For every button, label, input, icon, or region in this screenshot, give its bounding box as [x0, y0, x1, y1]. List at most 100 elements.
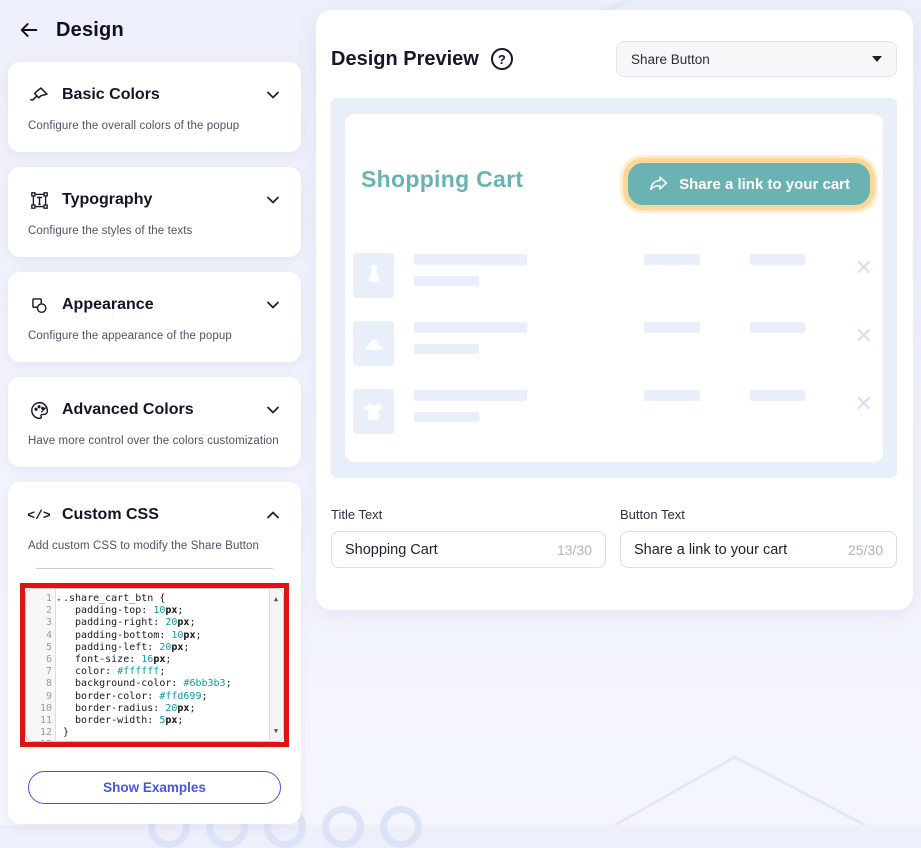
chevron-down-icon[interactable]	[265, 87, 281, 103]
section-advanced-colors-header[interactable]: Advanced Colors	[28, 399, 281, 421]
placeholder-bar	[414, 254, 527, 265]
close-icon: ✕	[855, 393, 873, 415]
line-number: 8	[26, 678, 52, 690]
back-arrow-icon	[18, 19, 40, 41]
line-number: 4	[26, 630, 52, 642]
editor-scrollbar[interactable]: ▲ ▼	[269, 590, 282, 740]
scroll-up-icon[interactable]: ▲	[270, 593, 282, 605]
popup-title-text: Shopping Cart	[361, 166, 523, 193]
cart-items-list: ✕ ✕	[353, 253, 875, 457]
placeholder-bar	[414, 276, 479, 286]
section-title: Custom CSS	[62, 506, 253, 524]
editor-gutter: 1▾2345678910111213	[26, 589, 56, 741]
cart-item-row: ✕	[353, 389, 875, 434]
code-line[interactable]: font-size: 16px;	[63, 654, 269, 666]
hat-icon	[353, 321, 394, 366]
code-icon: </>	[28, 504, 50, 526]
section-custom-css-header[interactable]: </> Custom CSS	[28, 504, 281, 526]
question-mark-icon[interactable]: ?	[491, 48, 513, 70]
section-basic-colors-header[interactable]: Basic Colors	[28, 84, 281, 106]
section-typography: Typography Configure the styles of the t…	[8, 167, 301, 257]
code-line[interactable]: border-color: #ffd699;	[63, 691, 269, 703]
share-button-label: Share a link to your cart	[679, 176, 850, 193]
back-button[interactable]	[18, 18, 42, 42]
editor-code[interactable]: .share_cart_btn { padding-top: 10px; pad…	[56, 589, 283, 741]
line-number: 13	[26, 739, 52, 742]
placeholder-bar	[644, 322, 700, 333]
placeholder-bar	[750, 254, 805, 265]
section-appearance-header[interactable]: Appearance	[28, 294, 281, 316]
code-line[interactable]: padding-bottom: 10px;	[63, 630, 269, 642]
fold-arrow-icon[interactable]: ▾	[57, 594, 61, 606]
line-number: 5	[26, 642, 52, 654]
line-number: 12	[26, 727, 52, 739]
dropdown-value: Share Button	[631, 52, 710, 67]
section-appearance: Appearance Configure the appearance of t…	[8, 272, 301, 362]
line-number: 1▾	[26, 593, 52, 605]
section-basic-colors: Basic Colors Configure the overall color…	[8, 62, 301, 152]
tshirt-icon	[353, 389, 394, 434]
placeholder-bar	[414, 412, 479, 422]
field-label: Title Text	[331, 507, 606, 522]
code-line[interactable]: padding-left: 20px;	[63, 642, 269, 654]
chevron-down-icon[interactable]	[265, 402, 281, 418]
sidebar-header: Design	[18, 18, 301, 42]
section-description: Configure the appearance of the popup	[28, 330, 281, 342]
dropdown-caret-icon	[872, 56, 882, 62]
line-number: 2	[26, 605, 52, 617]
chevron-down-icon[interactable]	[265, 297, 281, 313]
background-triangle-decoration	[600, 695, 880, 825]
title-text-input-wrap: 13/30	[331, 531, 606, 568]
show-examples-button[interactable]: Show Examples	[28, 771, 281, 804]
css-code-editor[interactable]: 1▾2345678910111213 .share_cart_btn { pad…	[25, 588, 284, 742]
overlapping-shapes-icon	[28, 294, 50, 316]
code-line[interactable]: border-radius: 20px;	[63, 703, 269, 715]
code-line[interactable]: color: #ffffff;	[63, 666, 269, 678]
preview-title: Design Preview	[331, 48, 479, 71]
section-advanced-colors: Advanced Colors Have more control over t…	[8, 377, 301, 467]
preview-element-dropdown[interactable]: Share Button	[616, 41, 897, 77]
design-preview-panel: Design Preview ? Share Button Shopping C…	[316, 10, 913, 610]
close-icon: ✕	[855, 325, 873, 347]
chevron-down-icon[interactable]	[265, 192, 281, 208]
divider	[36, 568, 273, 569]
section-description: Add custom CSS to modify the Share Butto…	[28, 540, 281, 552]
cart-item-row: ✕	[353, 321, 875, 366]
field-label: Button Text	[620, 507, 897, 522]
placeholder-bar	[750, 322, 805, 333]
char-counter: 13/30	[557, 542, 592, 558]
typography-icon	[28, 189, 50, 211]
title-text-input[interactable]	[345, 542, 549, 558]
code-line[interactable]: .share_cart_btn {	[63, 593, 269, 605]
popup-preview-card: Shopping Cart Share a link to your cart …	[345, 114, 883, 462]
line-number: 11	[26, 715, 52, 727]
code-line[interactable]: }	[63, 727, 269, 739]
section-title: Typography	[62, 191, 253, 209]
code-line[interactable]: padding-right: 20px;	[63, 617, 269, 629]
section-custom-css: </> Custom CSS Add custom CSS to modify …	[8, 482, 301, 824]
design-sidebar: Design Basic Colors Configure the overal…	[8, 0, 301, 839]
char-counter: 25/30	[848, 542, 883, 558]
preview-canvas: Shopping Cart Share a link to your cart …	[331, 98, 897, 478]
button-text-field: Button Text 25/30	[620, 507, 897, 568]
section-description: Have more control over the colors custom…	[28, 435, 281, 447]
code-line[interactable]: border-width: 5px;	[63, 715, 269, 727]
section-title: Advanced Colors	[62, 401, 253, 419]
placeholder-bar	[414, 344, 479, 354]
scroll-down-icon[interactable]: ▼	[270, 725, 282, 737]
line-number: 6	[26, 654, 52, 666]
placeholder-bar	[644, 390, 700, 401]
title-text-field: Title Text 13/30	[331, 507, 606, 568]
close-icon: ✕	[855, 257, 873, 279]
button-text-input[interactable]	[634, 542, 840, 558]
section-typography-header[interactable]: Typography	[28, 189, 281, 211]
chevron-up-icon[interactable]	[265, 507, 281, 523]
code-line[interactable]: background-color: #6bb3b3;	[63, 678, 269, 690]
code-line[interactable]	[63, 739, 269, 742]
section-description: Configure the overall colors of the popu…	[28, 120, 281, 132]
section-title: Basic Colors	[62, 86, 253, 104]
line-number: 7	[26, 666, 52, 678]
placeholder-bar	[644, 254, 700, 265]
line-number: 10	[26, 703, 52, 715]
code-line[interactable]: padding-top: 10px;	[63, 605, 269, 617]
